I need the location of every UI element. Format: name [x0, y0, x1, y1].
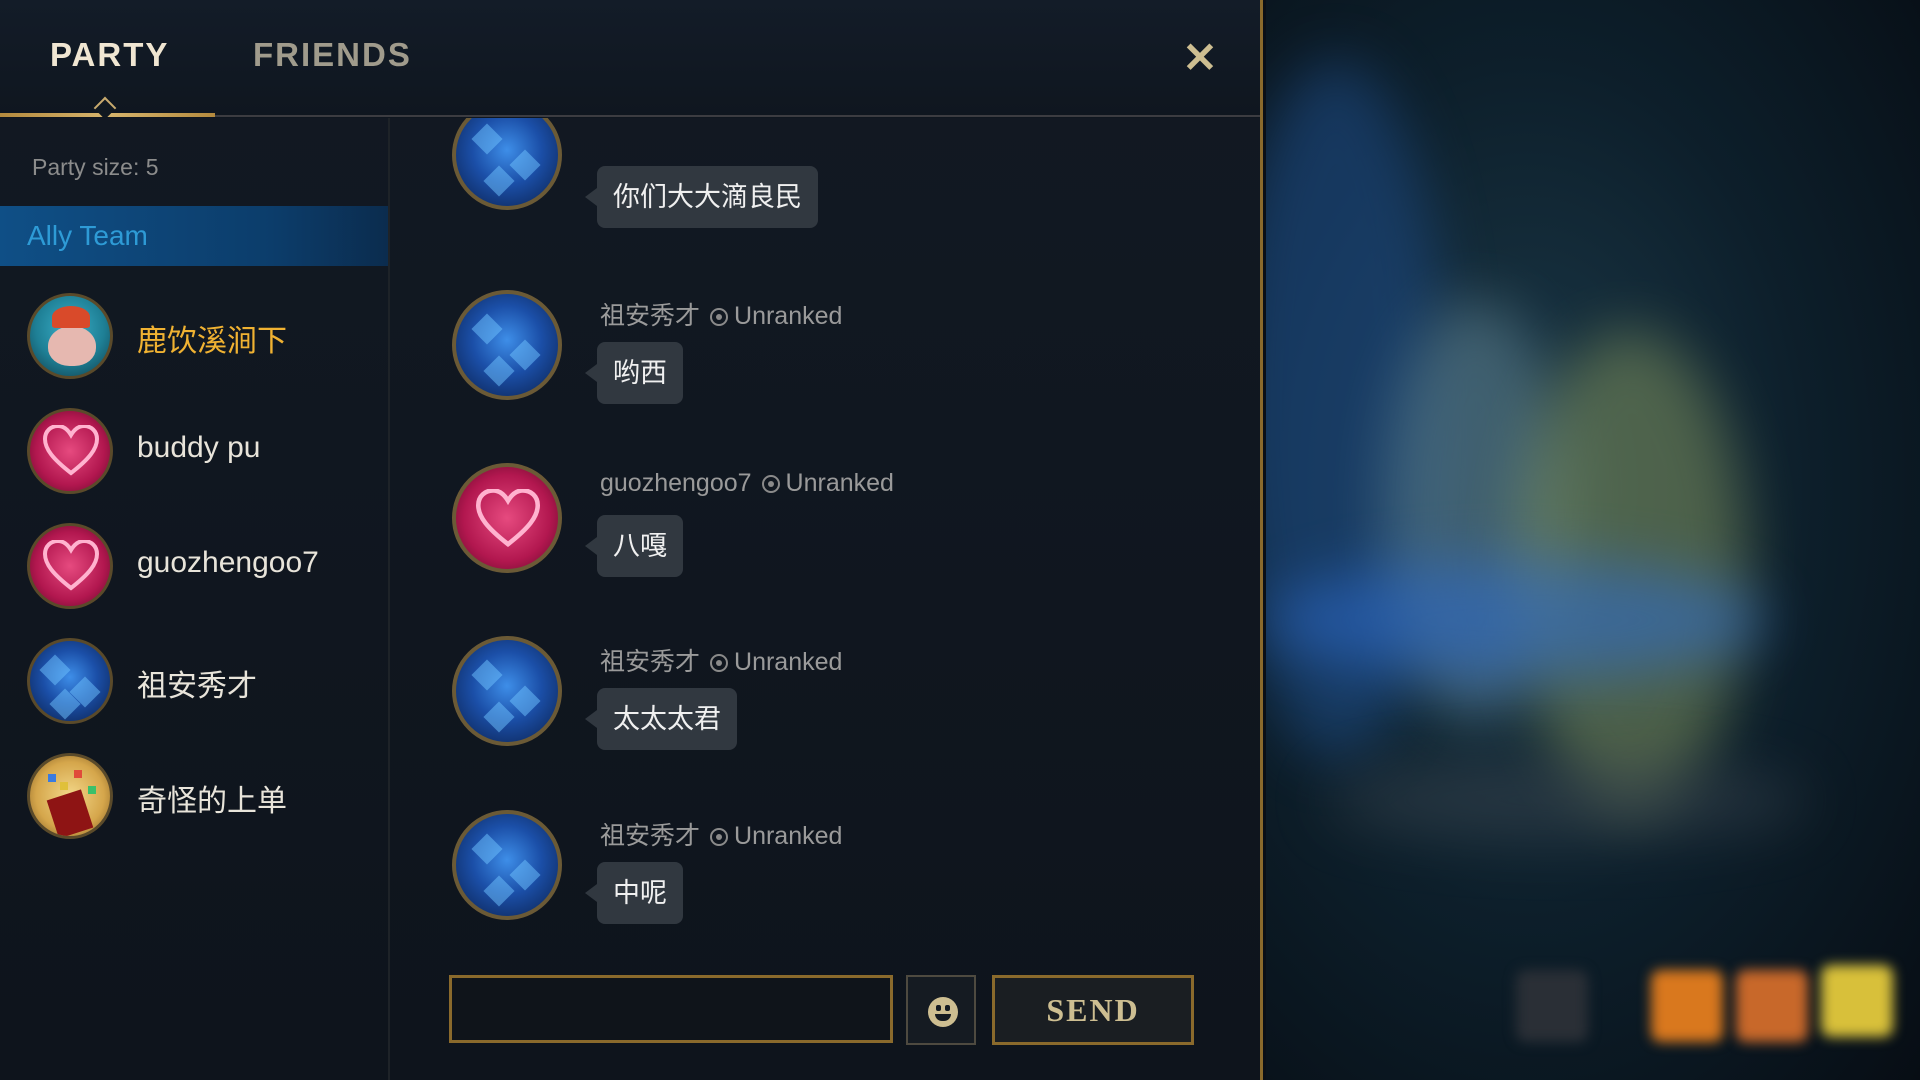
message-meta: 祖安秀才 Unranked	[600, 642, 842, 678]
party-cup-icon	[27, 753, 113, 839]
heart-icon	[27, 408, 113, 494]
chat-input[interactable]	[449, 975, 893, 1043]
chat-message: guozhengoo7 Unranked 八嘎	[392, 463, 1252, 603]
tab-party[interactable]: PARTY	[50, 36, 169, 74]
member-name: 鹿饮溪涧下	[137, 325, 287, 358]
sender-rank: Unranked	[734, 302, 843, 330]
rank-icon	[710, 828, 729, 846]
message-bubble: 太太太君	[585, 688, 737, 750]
send-button[interactable]: SEND	[992, 975, 1194, 1045]
close-icon[interactable]: ✕	[1180, 37, 1220, 79]
blurred-background	[1266, 0, 1920, 1080]
blue-crystal-icon	[452, 290, 562, 400]
blue-crystal-icon	[452, 118, 562, 210]
party-size-label: Party size: 5	[32, 154, 159, 180]
chat-area: 你们大大滴良民 祖安秀才 Unranked 哟西 guozhengoo7 Unran…	[392, 118, 1260, 1080]
ally-team-header[interactable]: Ally Team	[0, 206, 388, 266]
chat-message: 祖安秀才 Unranked 中呢	[392, 810, 1252, 950]
sender-name[interactable]: 祖安秀才	[600, 822, 700, 850]
heart-icon	[27, 523, 113, 609]
message-meta: 祖安秀才 Unranked	[600, 296, 842, 332]
chat-message: 祖安秀才 Unranked 太太太君	[392, 636, 1252, 776]
party-chat-panel: PARTY FRIENDS ✕ Party size: 5 Ally Team …	[0, 0, 1263, 1080]
message-bubble: 你们大大滴良民	[585, 166, 818, 228]
message-meta: guozhengoo7 Unranked	[600, 469, 894, 498]
party-sidebar: Party size: 5 Ally Team 鹿饮溪涧下 buddy pu g…	[0, 118, 390, 1080]
rank-icon	[710, 654, 729, 672]
party-member[interactable]: 鹿饮溪涧下	[0, 286, 388, 386]
ally-team-label: Ally Team	[27, 220, 148, 251]
chat-message: 祖安秀才 Unranked 哟西	[392, 290, 1252, 430]
party-member[interactable]: 祖安秀才	[0, 631, 388, 731]
tab-friends[interactable]: FRIENDS	[253, 36, 412, 74]
sender-rank: Unranked	[785, 469, 894, 497]
blue-crystal-icon	[452, 636, 562, 746]
sender-rank: Unranked	[734, 822, 843, 850]
sender-name[interactable]: 祖安秀才	[600, 648, 700, 676]
message-bubble: 哟西	[585, 342, 683, 404]
sender-rank: Unranked	[734, 648, 843, 676]
tab-bar: PARTY FRIENDS ✕	[0, 0, 1260, 120]
heart-icon	[452, 463, 562, 573]
message-bubble: 八嘎	[585, 515, 683, 577]
party-member[interactable]: guozhengoo7	[0, 516, 388, 616]
message-bubble: 中呢	[585, 862, 683, 924]
member-name: 祖安秀才	[137, 670, 257, 703]
rank-icon	[761, 475, 780, 493]
member-name: guozhengoo7	[137, 546, 319, 579]
member-name: 奇怪的上单	[137, 785, 287, 818]
emoji-button[interactable]	[906, 975, 976, 1045]
emoji-smile-icon	[928, 997, 958, 1027]
blue-crystal-icon	[27, 638, 113, 724]
chat-message: 你们大大滴良民	[392, 118, 1252, 270]
sender-name[interactable]: 祖安秀才	[600, 302, 700, 330]
blue-crystal-icon	[452, 810, 562, 920]
member-name: buddy pu	[137, 431, 261, 464]
rank-icon	[710, 308, 729, 326]
message-meta: 祖安秀才 Unranked	[600, 816, 842, 852]
party-member[interactable]: buddy pu	[0, 401, 388, 501]
party-member[interactable]: 奇怪的上单	[0, 746, 388, 846]
deer-icon	[27, 293, 113, 379]
sender-name[interactable]: guozhengoo7	[600, 469, 752, 497]
